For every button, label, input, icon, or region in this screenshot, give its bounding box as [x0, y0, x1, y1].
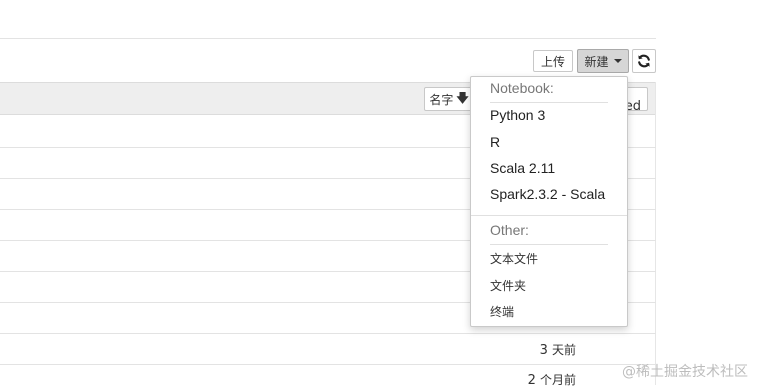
- row-divider: [0, 364, 656, 365]
- menu-item-python3[interactable]: Python 3: [490, 107, 545, 123]
- menu-item-r[interactable]: R: [490, 134, 500, 150]
- menu-item-terminal[interactable]: 终端: [490, 303, 514, 320]
- upload-button[interactable]: 上传: [533, 50, 573, 72]
- refresh-button[interactable]: [632, 49, 656, 73]
- modified-number: 3: [539, 343, 548, 358]
- menu-divider: [471, 215, 627, 216]
- new-dropdown-menu: Notebook: Python 3 R Scala 2.11 Spark2.3…: [470, 76, 628, 327]
- menu-item-folder[interactable]: 文件夹: [490, 277, 526, 294]
- file-modified-time: 3 天前: [540, 341, 576, 358]
- other-section-header: Other:: [490, 222, 529, 238]
- caret-down-icon: [613, 59, 622, 63]
- row-divider: [0, 333, 656, 334]
- refresh-icon: [638, 54, 650, 68]
- modified-unit: 天前: [551, 343, 576, 357]
- section-underline: [490, 102, 608, 103]
- file-modified-time: 2 个月前: [528, 371, 576, 388]
- menu-item-spark-scala[interactable]: Spark2.3.2 - Scala: [490, 186, 605, 202]
- arrow-down-icon: 🡇: [456, 90, 469, 105]
- sort-by-name-button[interactable]: 名字 🡇: [424, 87, 474, 111]
- menu-item-text-file[interactable]: 文本文件: [490, 250, 538, 267]
- new-button[interactable]: 新建: [577, 49, 629, 73]
- modified-number: 2: [527, 373, 536, 388]
- notebook-section-header: Notebook:: [490, 80, 554, 96]
- section-underline: [490, 244, 608, 245]
- upload-button-label: 上传: [540, 54, 565, 69]
- top-divider: [0, 38, 656, 39]
- new-button-label: 新建: [584, 54, 609, 69]
- watermark-text: @稀土掘金技术社区: [622, 364, 748, 380]
- list-right-border: [655, 82, 656, 385]
- sort-by-name-label: 名字: [429, 92, 454, 107]
- menu-item-scala[interactable]: Scala 2.11: [490, 160, 555, 176]
